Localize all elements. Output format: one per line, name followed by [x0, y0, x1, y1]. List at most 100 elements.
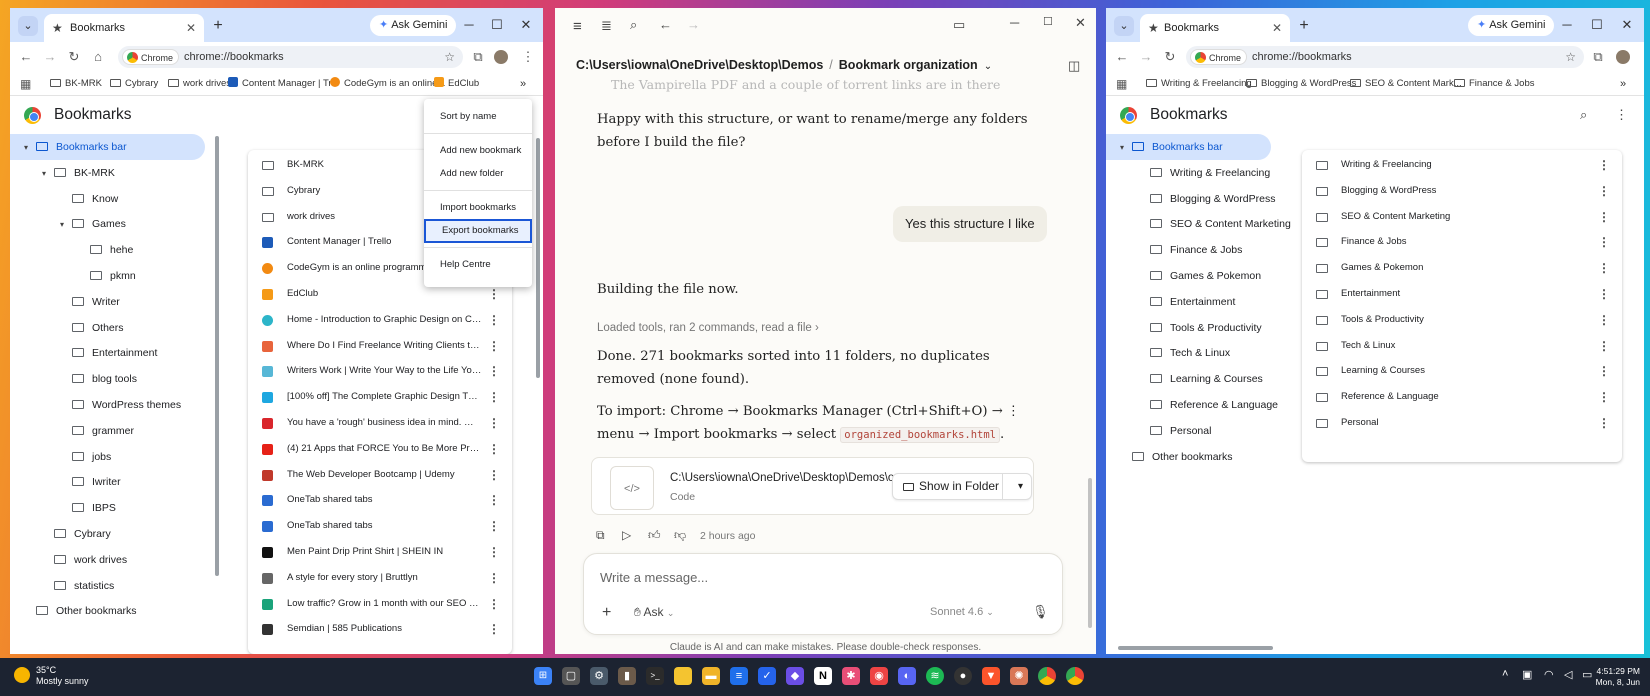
tools-summary[interactable]: Loaded tools, ran 2 commands, read a fil…: [597, 322, 819, 334]
volume-icon[interactable]: ◁: [1564, 668, 1572, 681]
back-icon[interactable]: ←: [16, 47, 36, 67]
hamburger-menu-icon[interactable]: ≡: [573, 18, 582, 35]
file-explorer-icon[interactable]: ▬: [702, 667, 720, 685]
wifi-icon[interactable]: ◠: [1544, 668, 1554, 681]
chat-scrollbar[interactable]: [1088, 478, 1092, 628]
bookmarks-bar-item[interactable]: Blogging & WordPress: [1246, 72, 1356, 96]
minimize-button[interactable]: ─: [1010, 15, 1019, 30]
more-actions-icon[interactable]: ⋮: [488, 307, 500, 333]
more-actions-icon[interactable]: ⋮: [1598, 358, 1610, 384]
tree-item[interactable]: Writer: [10, 289, 210, 315]
more-actions-icon[interactable]: ⋮: [1598, 255, 1610, 281]
minimize-button[interactable]: ─: [456, 14, 482, 36]
tree-item[interactable]: ▾ Games: [10, 211, 210, 237]
extensions-icon[interactable]: ⧉: [1588, 47, 1608, 67]
minimize-button[interactable]: ─: [1554, 14, 1580, 36]
copy-icon[interactable]: ⧉: [596, 528, 605, 543]
add-attachment-icon[interactable]: +: [602, 604, 611, 622]
search-icon[interactable]: ⌕: [1580, 107, 1587, 123]
back-icon[interactable]: ←: [1112, 47, 1132, 67]
chevron-down-icon[interactable]: ▾: [24, 135, 36, 161]
tree-item[interactable]: Learning & Courses: [1106, 366, 1306, 392]
tree-item[interactable]: statistics: [10, 573, 210, 599]
tree-item[interactable]: Know: [10, 186, 210, 212]
tab-bookmarks[interactable]: ★ Bookmarks ✕: [44, 14, 204, 42]
close-tab-icon[interactable]: ✕: [1272, 14, 1282, 42]
bookmark-star-icon[interactable]: ☆: [1565, 46, 1576, 68]
side-panel-icon[interactable]: ◫: [1068, 58, 1080, 74]
list-item[interactable]: Reference & Language ⋮: [1302, 384, 1622, 410]
tab-bookmarks[interactable]: ★ Bookmarks ✕: [1140, 14, 1290, 42]
reload-icon[interactable]: ↻: [64, 47, 84, 67]
show-in-folder-button[interactable]: Show in Folder ▾: [892, 473, 1032, 500]
list-item[interactable]: Writing & Freelancing ⋮: [1302, 152, 1622, 178]
app-icon[interactable]: ▮: [618, 667, 636, 685]
tree-item[interactable]: Other bookmarks: [10, 598, 210, 624]
organize-menu-icon[interactable]: ⋮: [1615, 107, 1628, 123]
more-actions-icon[interactable]: ⋮: [1598, 152, 1610, 178]
more-actions-icon[interactable]: ⋮: [1598, 281, 1610, 307]
more-actions-icon[interactable]: ⋮: [488, 591, 500, 617]
list-item[interactable]: Finance & Jobs ⋮: [1302, 229, 1622, 255]
more-bookmarks-icon[interactable]: »: [1620, 72, 1626, 96]
bookmarks-bar-item[interactable]: Cybrary: [110, 72, 158, 96]
tree-item[interactable]: Tech & Linux: [1106, 340, 1306, 366]
chevron-down-icon[interactable]: ▾: [60, 212, 72, 238]
close-window-button[interactable]: ✕: [1075, 15, 1086, 31]
more-actions-icon[interactable]: ⋮: [488, 616, 500, 642]
sidebar-list-icon[interactable]: ≣: [601, 18, 612, 34]
tree-item[interactable]: WordPress themes: [10, 392, 210, 418]
more-actions-icon[interactable]: ⋮: [488, 462, 500, 488]
sticky-notes-icon[interactable]: [674, 667, 692, 685]
forward-icon[interactable]: →: [40, 47, 60, 67]
todo-icon[interactable]: ✓: [758, 667, 776, 685]
tree-item[interactable]: IBPS: [10, 495, 210, 521]
close-window-button[interactable]: ✕: [1614, 14, 1640, 36]
more-actions-icon[interactable]: ⋮: [1598, 178, 1610, 204]
breadcrumb-path[interactable]: C:\Users\iowna\OneDrive\Desktop\Demos: [576, 58, 823, 72]
bookmarks-bar-item[interactable]: Writing & Freelancing: [1146, 72, 1252, 96]
more-actions-icon[interactable]: ⋮: [1598, 384, 1610, 410]
system-clock[interactable]: 4:51:29 PM Mon, 8, Jun: [1596, 666, 1640, 688]
composer-placeholder[interactable]: Write a message...: [600, 570, 708, 585]
tree-item[interactable]: Entertainment: [10, 340, 210, 366]
tree-item[interactable]: Blogging & WordPress: [1106, 186, 1306, 212]
tree-item[interactable]: jobs: [10, 444, 210, 470]
forward-icon[interactable]: →: [687, 17, 700, 32]
menu-item[interactable]: Export bookmarks: [424, 219, 532, 243]
list-item[interactable]: (4) 21 Apps that FORCE You to Be More Pr…: [248, 436, 512, 462]
more-bookmarks-icon[interactable]: »: [520, 72, 526, 96]
close-tab-icon[interactable]: ✕: [186, 14, 196, 42]
terminal-icon[interactable]: >_: [646, 667, 664, 685]
apps-icon[interactable]: ▦: [1116, 78, 1128, 90]
list-item[interactable]: Games & Pokemon ⋮: [1302, 255, 1622, 281]
list-item[interactable]: OneTab shared tabs ⋮: [248, 513, 512, 539]
more-actions-icon[interactable]: ⋮: [488, 539, 500, 565]
search-icon[interactable]: ⌕: [630, 17, 637, 33]
tree-item[interactable]: Entertainment: [1106, 289, 1306, 315]
tree-item[interactable]: Personal: [1106, 418, 1306, 444]
more-actions-icon[interactable]: ⋮: [1598, 229, 1610, 255]
list-item[interactable]: SEO & Content Marketing ⋮: [1302, 204, 1622, 230]
more-actions-icon[interactable]: ⋮: [1598, 410, 1610, 436]
new-tab-button[interactable]: +: [208, 16, 228, 36]
list-item[interactable]: Semdian | 585 Publications ⋮: [248, 616, 512, 642]
github-icon[interactable]: ●: [954, 667, 972, 685]
more-actions-icon[interactable]: ⋮: [488, 333, 500, 359]
thumbs-down-icon[interactable]: 👎︎: [674, 528, 686, 543]
task-view-icon[interactable]: ▢: [562, 667, 580, 685]
more-actions-icon[interactable]: ⋮: [488, 565, 500, 591]
list-item[interactable]: You have a 'rough' business idea in mind…: [248, 410, 512, 436]
chrome-icon[interactable]: [1038, 667, 1056, 685]
bookmarks-bar-item[interactable]: EdClub: [434, 72, 479, 96]
chevron-down-icon[interactable]: ▾: [42, 161, 54, 187]
chevron-up-icon[interactable]: ˄: [1502, 668, 1508, 680]
list-item[interactable]: Men Paint Drip Print Shirt | SHEIN IN ⋮: [248, 539, 512, 565]
tree-item[interactable]: ▾ Bookmarks bar: [1106, 134, 1271, 160]
maximize-button[interactable]: ☐: [484, 14, 510, 36]
more-actions-icon[interactable]: ⋮: [488, 513, 500, 539]
list-item[interactable]: The Web Developer Bootcamp | Udemy ⋮: [248, 462, 512, 488]
maximize-button[interactable]: ☐: [1584, 14, 1610, 36]
list-item[interactable]: A style for every story | Bruttlyn ⋮: [248, 565, 512, 591]
list-item[interactable]: Where Do I Find Freelance Writing Client…: [248, 333, 512, 359]
